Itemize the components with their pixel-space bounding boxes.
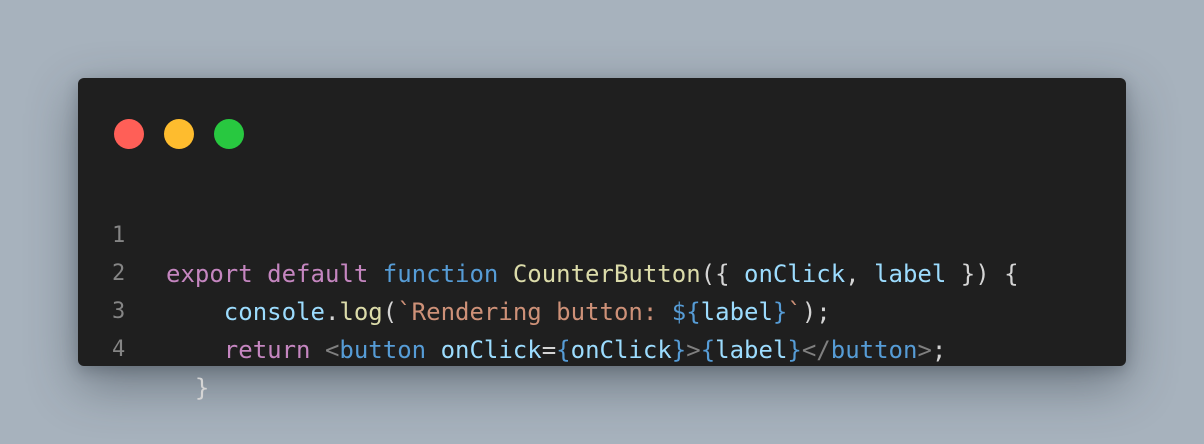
line-content: return <button onClick={onClick}>{label}… <box>166 331 947 369</box>
window-controls <box>114 119 244 149</box>
code-line: 2 console.log(`Rendering button: ${label… <box>78 217 1126 326</box>
tag-name: button <box>339 336 427 364</box>
minimize-dot-icon[interactable] <box>164 119 194 149</box>
code-line: 4 } <box>78 293 1126 402</box>
keyword: return <box>223 336 311 364</box>
tag-bracket: </ <box>801 336 831 364</box>
punctuation: } <box>194 374 210 402</box>
tag-name: button <box>830 336 918 364</box>
jsx-brace: { <box>556 336 571 364</box>
tag-bracket: > <box>686 336 701 364</box>
identifier: label <box>715 336 788 364</box>
code-line: 3 return <button onClick={onClick}>{labe… <box>78 255 1126 364</box>
code-block: 1 export default function CounterButton(… <box>78 179 1126 402</box>
jsx-brace: { <box>700 336 716 364</box>
code-line: 1 export default function CounterButton(… <box>78 179 1126 288</box>
tag-bracket: > <box>917 336 932 364</box>
line-content: } <box>166 369 209 407</box>
jsx-brace: } <box>787 336 802 364</box>
maximize-dot-icon[interactable] <box>214 119 244 149</box>
close-dot-icon[interactable] <box>114 119 144 149</box>
jsx-brace: } <box>671 336 687 364</box>
tag-bracket: < <box>324 336 340 364</box>
punctuation: = <box>541 336 557 364</box>
identifier: onClick <box>570 336 672 364</box>
line-number: 4 <box>112 337 126 362</box>
code-window: 1 export default function CounterButton(… <box>78 78 1126 402</box>
attribute-name: onClick <box>440 336 542 364</box>
punctuation: ; <box>931 336 947 364</box>
